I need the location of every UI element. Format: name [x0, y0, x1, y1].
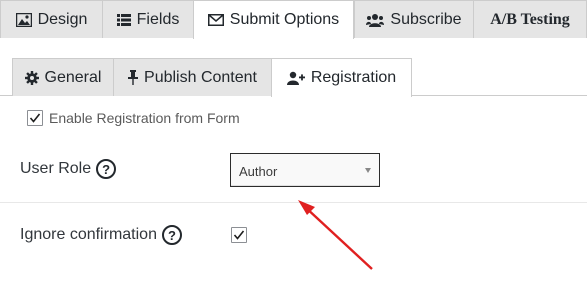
annotation-arrow-icon: [298, 200, 373, 270]
